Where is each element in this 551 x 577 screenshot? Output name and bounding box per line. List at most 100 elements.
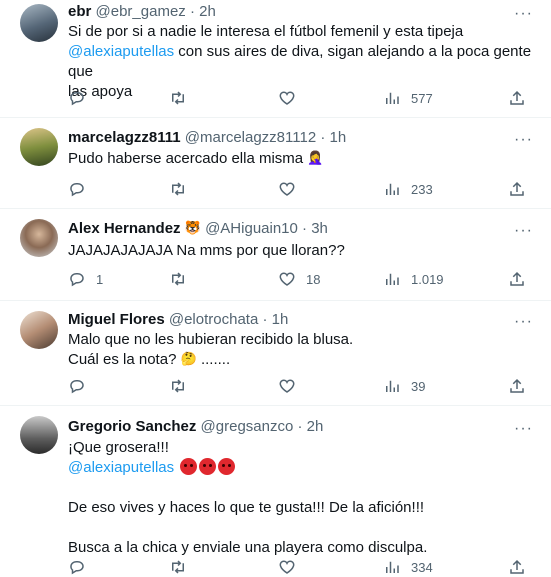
tweet-text: Pudo haberse acercado ella misma 🤦‍♀️ xyxy=(68,150,324,167)
more-options-icon[interactable]: ··· xyxy=(514,314,533,330)
reply-button[interactable] xyxy=(68,376,96,396)
separator-dot: · xyxy=(297,418,303,435)
timestamp[interactable]: 3h xyxy=(311,220,328,237)
retweet-button[interactable] xyxy=(169,179,197,199)
views-button[interactable]: 577 xyxy=(383,88,433,108)
reply-button[interactable]: 1 xyxy=(68,269,103,289)
separator-dot: · xyxy=(189,3,195,20)
views-button[interactable]: 334 xyxy=(383,557,433,577)
tweet-actions: 1 18 1.019 xyxy=(68,269,528,289)
views-icon xyxy=(386,183,399,195)
share-button[interactable] xyxy=(508,88,526,108)
share-icon xyxy=(510,181,524,196)
timestamp[interactable]: 2h xyxy=(199,3,216,20)
share-button[interactable] xyxy=(508,269,526,289)
like-button[interactable]: 18 xyxy=(278,269,320,289)
tweet[interactable]: marcelagzz8111 @marcelagzz81112 · 1h ···… xyxy=(0,118,551,209)
timestamp[interactable]: 2h xyxy=(307,418,324,435)
tweet[interactable]: Gregorio Sanchez @gregsanzco · 2h ··· ¡Q… xyxy=(0,406,551,577)
tweet-header: Miguel Flores @elotrochata · 1h xyxy=(68,311,288,329)
tweet-header: marcelagzz8111 @marcelagzz81112 · 1h xyxy=(68,129,346,147)
reply-icon xyxy=(70,273,84,287)
angry-face-icon xyxy=(180,458,198,475)
tweet-actions: 334 xyxy=(68,557,528,577)
views-icon xyxy=(386,92,399,104)
user-handle[interactable]: @AHiguain10 xyxy=(205,220,298,237)
display-name[interactable]: Gregorio Sanchez xyxy=(68,418,196,435)
heart-icon xyxy=(279,182,295,196)
like-button[interactable] xyxy=(278,88,306,108)
display-name[interactable]: ebr xyxy=(68,3,91,20)
separator-dot: · xyxy=(302,220,308,237)
avatar[interactable] xyxy=(20,311,58,349)
like-button[interactable] xyxy=(278,179,306,199)
share-icon xyxy=(510,271,524,286)
views-icon xyxy=(386,273,399,285)
mention-link[interactable]: @alexiaputellas xyxy=(68,43,174,60)
tiger-emoji: 🐯 xyxy=(184,220,201,235)
avatar[interactable] xyxy=(20,416,58,454)
facepalm-emoji: 🤦‍♀️ xyxy=(307,150,324,165)
retweet-button[interactable] xyxy=(169,88,197,108)
retweet-button[interactable] xyxy=(169,557,197,577)
retweet-icon xyxy=(172,91,184,105)
tweet-header: ebr @ebr_gamez · 2h xyxy=(68,3,216,21)
reply-count: 1 xyxy=(96,271,104,287)
tweet-actions: 577 xyxy=(68,88,528,108)
reply-button[interactable] xyxy=(68,88,96,108)
retweet-icon xyxy=(172,272,184,286)
more-options-icon[interactable]: ··· xyxy=(514,421,533,437)
retweet-icon xyxy=(172,182,184,196)
timestamp[interactable]: 1h xyxy=(272,311,289,328)
reply-icon xyxy=(70,380,84,394)
avatar[interactable] xyxy=(20,4,58,42)
separator-dot: · xyxy=(262,311,268,328)
reply-icon xyxy=(70,561,84,575)
share-button[interactable] xyxy=(508,557,526,577)
tweet-actions: 233 xyxy=(68,179,528,199)
mention-link[interactable]: @alexiaputellas xyxy=(68,459,174,476)
views-button[interactable]: 233 xyxy=(383,179,433,199)
angry-face-icon xyxy=(199,458,217,475)
heart-icon xyxy=(279,379,295,393)
user-handle[interactable]: @marcelagzz81112 xyxy=(185,129,316,146)
like-count: 18 xyxy=(306,271,321,287)
tweet-actions: 39 xyxy=(68,376,528,396)
timestamp[interactable]: 1h xyxy=(330,129,347,146)
user-handle[interactable]: @elotrochata xyxy=(169,311,258,328)
more-options-icon[interactable]: ··· xyxy=(514,6,533,22)
more-options-icon[interactable]: ··· xyxy=(514,132,533,148)
view-count: 39 xyxy=(411,378,426,394)
reply-button[interactable] xyxy=(68,179,96,199)
display-name[interactable]: Alex Hernandez xyxy=(68,220,181,237)
views-button[interactable]: 1.019 xyxy=(383,269,444,289)
tweet-header: Alex Hernandez 🐯 @AHiguain10 · 3h xyxy=(68,220,328,238)
reply-button[interactable] xyxy=(68,557,96,577)
heart-icon xyxy=(279,560,295,574)
display-name[interactable]: Miguel Flores xyxy=(68,311,165,328)
user-handle[interactable]: @ebr_gamez xyxy=(96,3,186,20)
tweet-header: Gregorio Sanchez @gregsanzco · 2h xyxy=(68,418,323,436)
tweet[interactable]: Alex Hernandez 🐯 @AHiguain10 · 3h ··· JA… xyxy=(0,209,551,301)
share-button[interactable] xyxy=(508,179,526,199)
share-button[interactable] xyxy=(508,376,526,396)
retweet-button[interactable] xyxy=(169,376,197,396)
thinking-emoji: 🤔 xyxy=(180,351,197,366)
share-icon xyxy=(510,559,524,574)
view-count: 334 xyxy=(411,559,433,575)
like-button[interactable] xyxy=(278,376,306,396)
views-icon xyxy=(386,380,399,392)
retweet-button[interactable] xyxy=(169,269,197,289)
retweet-icon xyxy=(172,560,184,574)
avatar[interactable] xyxy=(20,219,58,257)
reply-icon xyxy=(70,183,84,197)
more-options-icon[interactable]: ··· xyxy=(514,223,533,239)
display-name[interactable]: marcelagzz8111 xyxy=(68,129,181,146)
like-button[interactable] xyxy=(278,557,306,577)
share-icon xyxy=(510,90,524,105)
tweet[interactable]: ebr @ebr_gamez · 2h ··· Si de por si a n… xyxy=(0,0,551,118)
views-button[interactable]: 39 xyxy=(383,376,425,396)
tweet[interactable]: Miguel Flores @elotrochata · 1h ··· Malo… xyxy=(0,301,551,406)
avatar[interactable] xyxy=(20,128,58,166)
user-handle[interactable]: @gregsanzco xyxy=(201,418,294,435)
